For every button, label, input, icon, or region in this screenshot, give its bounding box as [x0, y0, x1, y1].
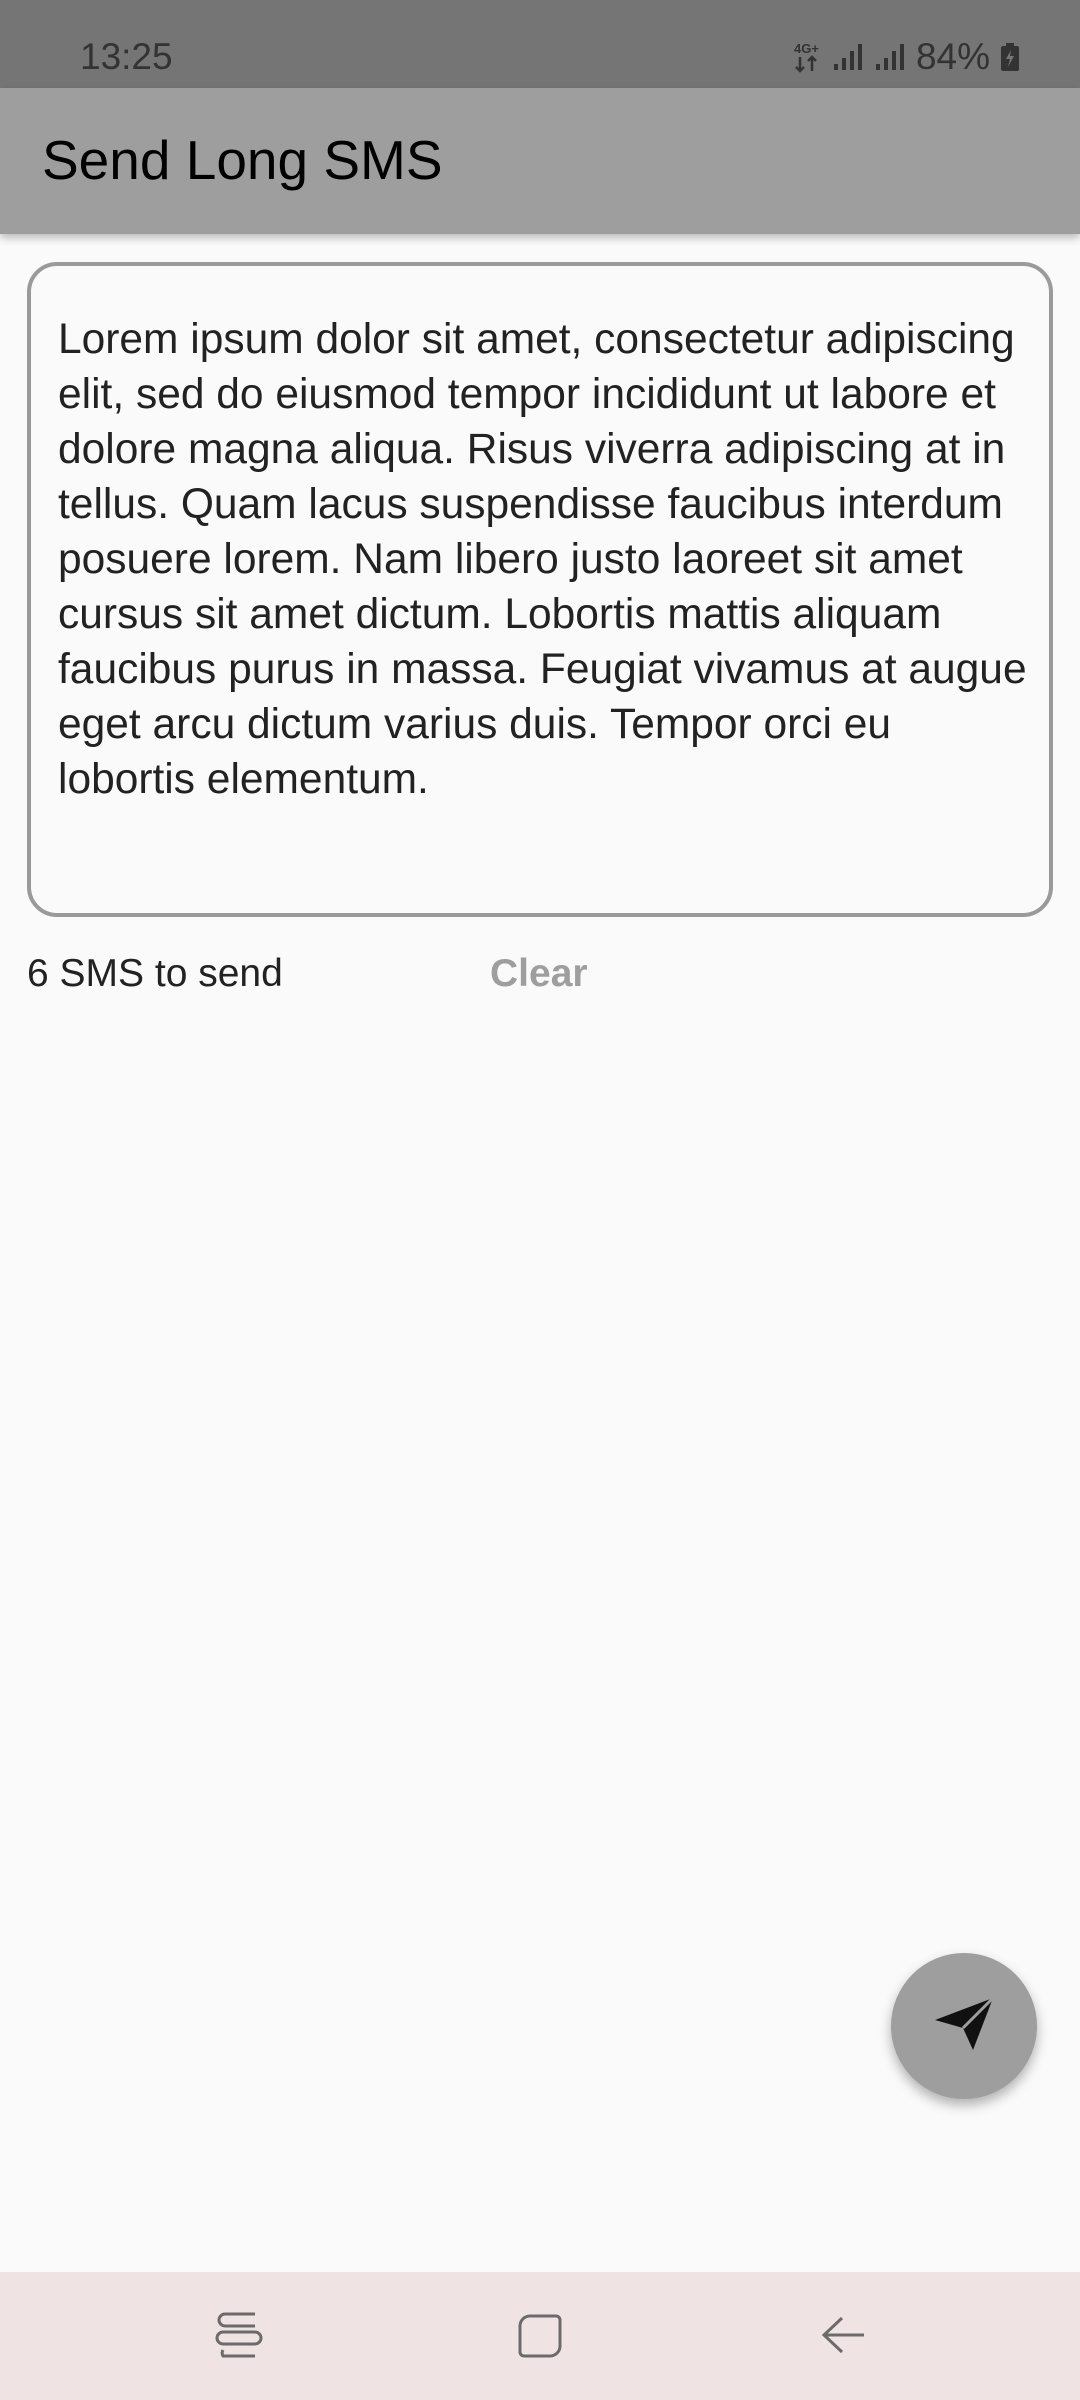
send-button[interactable] [891, 1953, 1037, 2099]
data-arrows-icon: 4G+ [792, 39, 822, 75]
back-icon [818, 2310, 868, 2365]
message-text[interactable]: Lorem ipsum dolor sit amet, consectetur … [58, 312, 1028, 807]
battery-charging-icon [1000, 42, 1020, 72]
network-type-label: 4G+ [794, 41, 819, 56]
status-time: 13:25 [80, 36, 173, 77]
back-button[interactable] [808, 2302, 878, 2372]
send-icon [933, 1996, 995, 2057]
clear-button[interactable]: Clear [490, 952, 588, 996]
app-bar: Send Long SMS [0, 88, 1080, 234]
home-icon [516, 2310, 566, 2365]
message-input[interactable]: Lorem ipsum dolor sit amet, consectetur … [27, 262, 1053, 917]
system-nav-bar [0, 2272, 1080, 2400]
status-icons: 4G+ 84% [792, 36, 1020, 78]
recent-apps-icon [215, 2310, 263, 2365]
sms-count-label: 6 SMS to send [27, 952, 283, 995]
home-button[interactable] [506, 2302, 576, 2372]
page-title: Send Long SMS [42, 129, 443, 191]
recent-apps-button[interactable] [204, 2302, 274, 2372]
signal-icon [832, 42, 864, 72]
signal-icon [874, 42, 906, 72]
status-bar: 13:25 4G+ 84% [0, 0, 1080, 88]
battery-percent: 84% [915, 36, 990, 77]
